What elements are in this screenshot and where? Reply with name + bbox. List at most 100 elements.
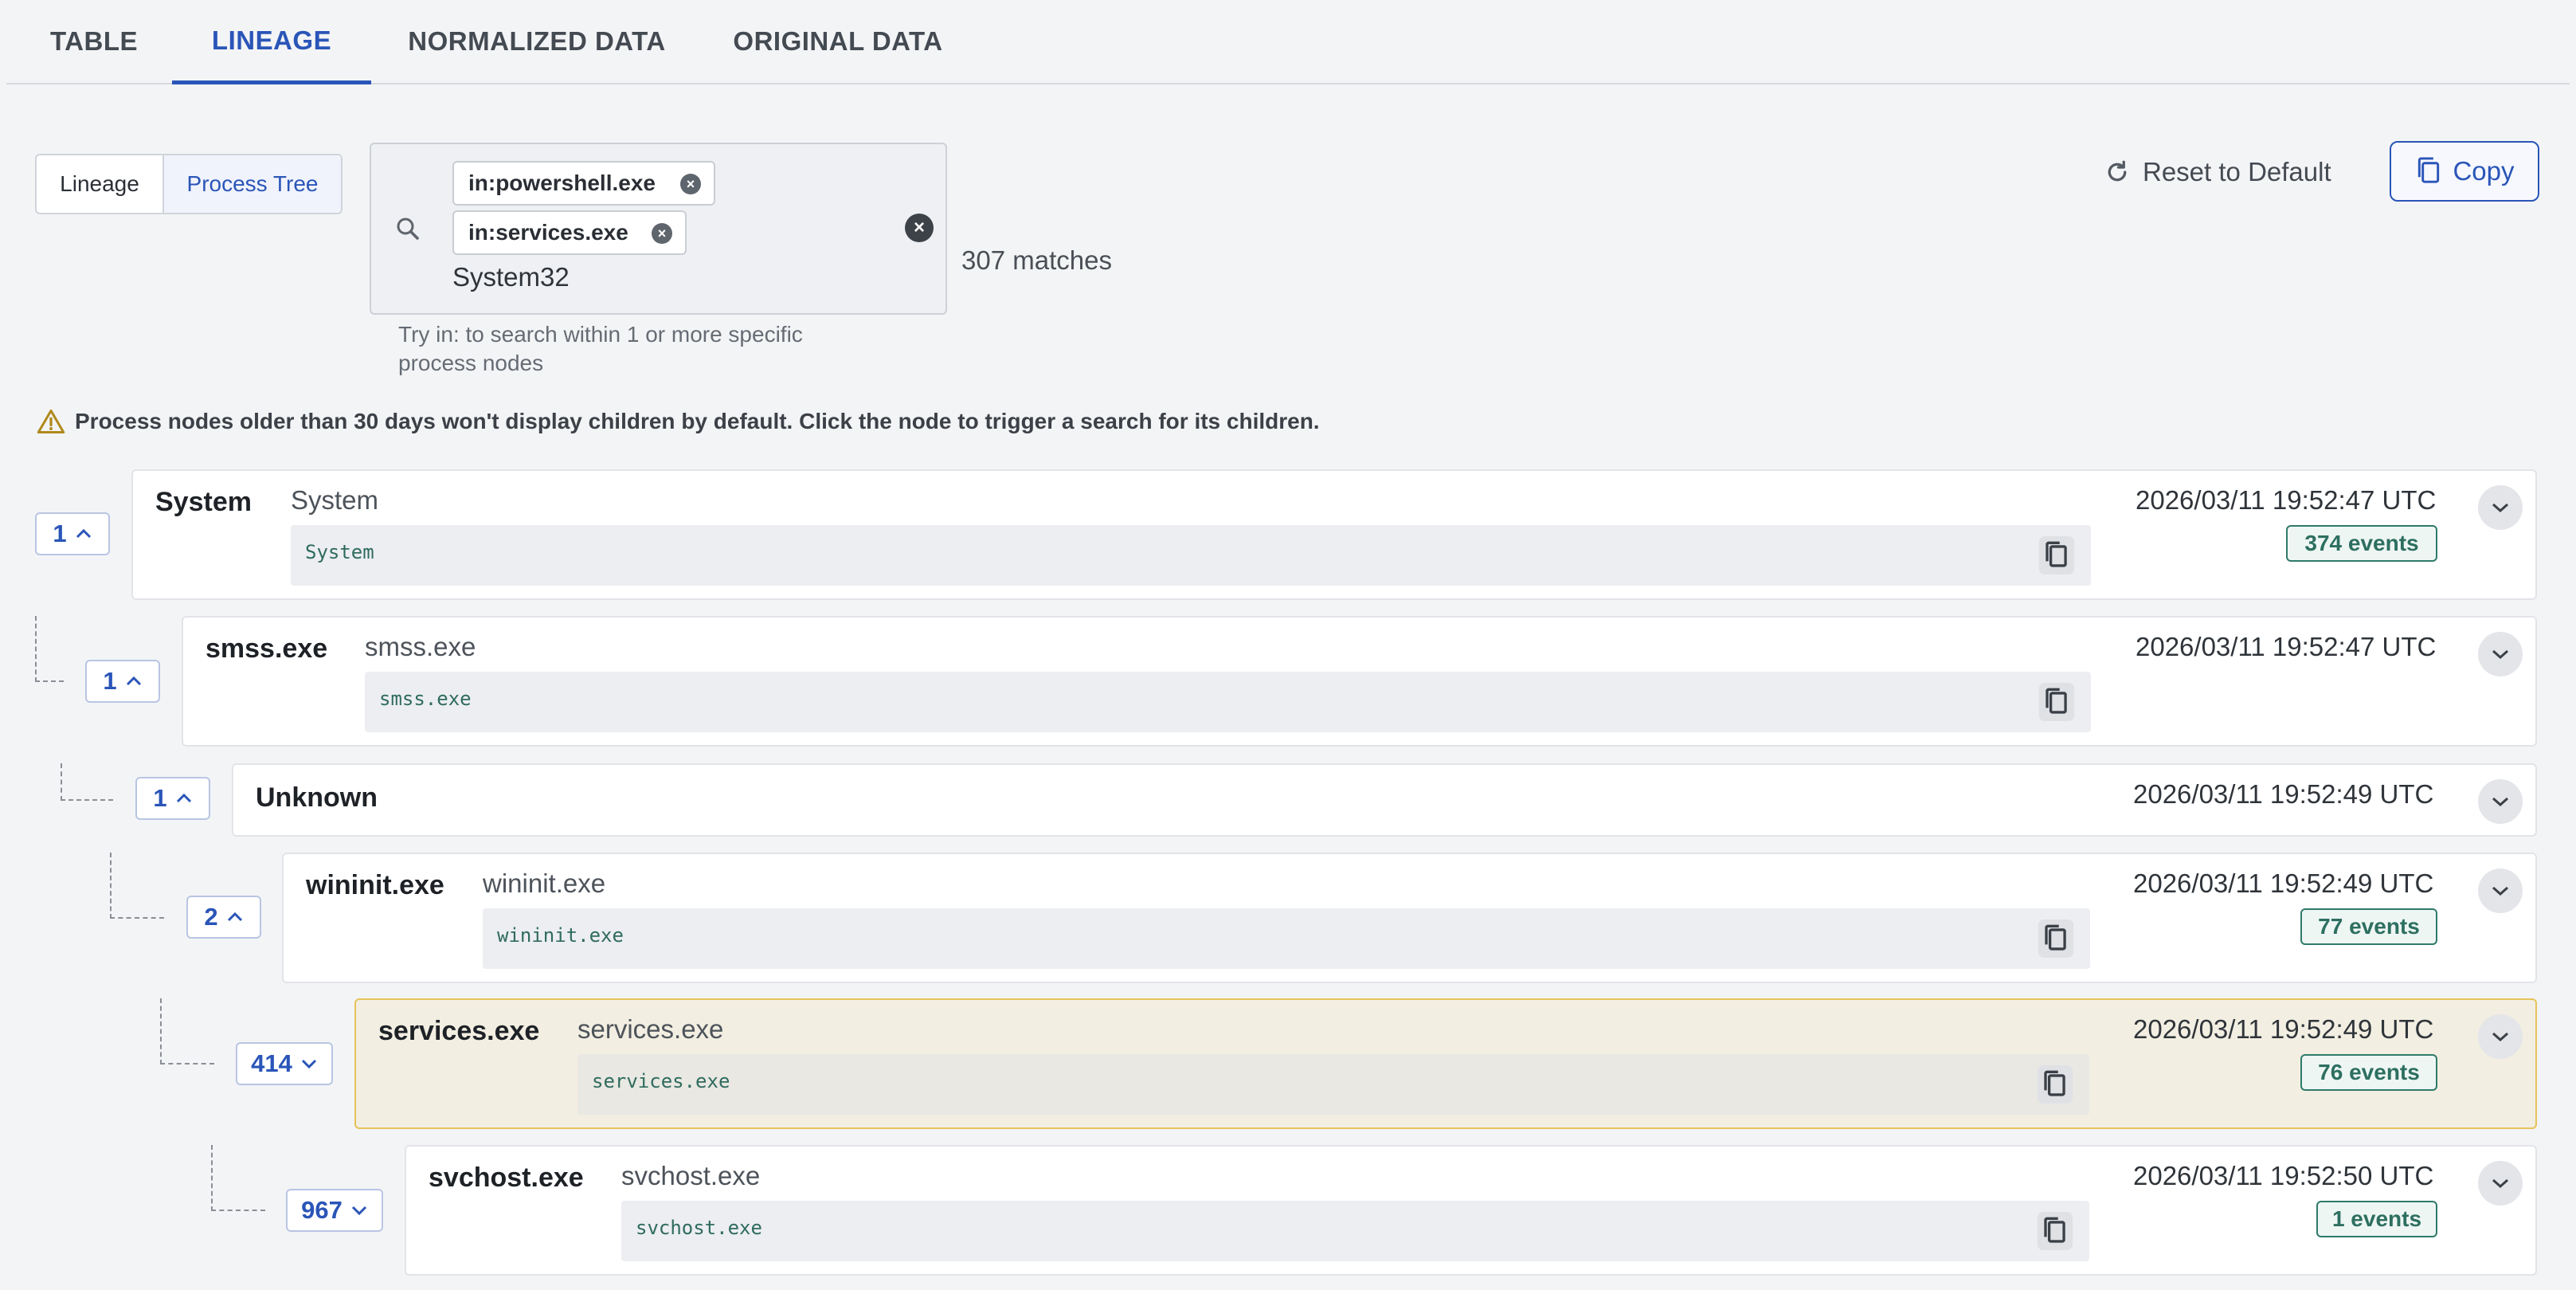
copy-icon	[2418, 157, 2440, 183]
process-subtitle: smss.exe	[365, 632, 476, 661]
process-timestamp: 2026/03/11 19:52:47 UTC	[2136, 485, 2437, 515]
events-badge[interactable]: 374 events	[2286, 525, 2437, 562]
search-input[interactable]: System32	[452, 262, 570, 292]
tab-lineage[interactable]: LINEAGE	[172, 0, 371, 84]
process-tree-toggle-button[interactable]: Process Tree	[162, 155, 341, 213]
chevron-down-icon	[2492, 886, 2508, 896]
child-count: 414	[251, 1049, 292, 1077]
chevron-down-icon	[351, 1206, 366, 1216]
process-node[interactable]: wininit.exe wininit.exe wininit.exe 2026…	[282, 853, 2537, 983]
expand-details-button[interactable]	[2478, 779, 2523, 824]
process-name: smss.exe	[206, 633, 328, 664]
process-name: svchost.exe	[429, 1163, 584, 1193]
chevron-down-icon	[2492, 649, 2508, 660]
process-name: wininit.exe	[306, 870, 444, 900]
clear-search-icon[interactable]: ×	[905, 214, 934, 242]
process-name: Unknown	[256, 782, 378, 813]
child-count: 1	[103, 667, 117, 695]
remove-chip-icon[interactable]: ×	[680, 174, 701, 194]
refresh-icon	[2108, 160, 2127, 182]
command-line-box: wininit.exe	[483, 908, 2090, 969]
process-name: services.exe	[378, 1016, 540, 1046]
match-count: 307 matches	[961, 245, 1112, 275]
search-hint: Try in: to search within 1 or more speci…	[398, 322, 803, 375]
command-line-box: svchost.exe	[621, 1201, 2089, 1261]
child-count-toggle[interactable]: 967	[286, 1189, 383, 1232]
tree-connector	[35, 616, 64, 682]
search-icon	[397, 218, 419, 240]
command-line-box: smss.exe	[365, 672, 2091, 732]
process-timestamp: 2026/03/11 19:52:49 UTC	[2133, 868, 2434, 898]
command-line-box: System	[291, 525, 2091, 586]
chevron-up-icon	[176, 793, 191, 803]
process-node-highlighted[interactable]: services.exe services.exe services.exe 2…	[354, 998, 2537, 1129]
tab-bar: TABLE LINEAGE NORMALIZED DATA ORIGINAL D…	[6, 0, 2570, 84]
chevron-down-icon	[2492, 503, 2508, 513]
search-chip[interactable]: in:powershell.exe ×	[452, 161, 715, 206]
process-name: System	[155, 487, 252, 517]
process-node[interactable]: svchost.exe svchost.exe svchost.exe 2026…	[405, 1145, 2537, 1276]
search-chip[interactable]: in:services.exe ×	[452, 210, 687, 255]
copy-command-icon[interactable]	[2037, 1065, 2073, 1104]
child-count: 1	[153, 784, 167, 812]
chevron-up-icon	[76, 528, 91, 539]
chevron-down-icon	[2492, 1032, 2508, 1042]
chevron-down-icon	[301, 1059, 316, 1069]
lineage-toggle-button[interactable]: Lineage	[37, 155, 162, 213]
expand-details-button[interactable]	[2478, 632, 2523, 676]
copy-command-icon[interactable]	[2038, 683, 2075, 721]
command-line: svchost.exe	[636, 1217, 762, 1239]
remove-chip-icon[interactable]: ×	[652, 223, 672, 244]
command-line-box: services.exe	[577, 1054, 2089, 1115]
command-line: services.exe	[592, 1070, 730, 1092]
tree-connector	[110, 853, 164, 919]
command-line: wininit.exe	[497, 924, 624, 947]
expand-details-button[interactable]	[2478, 1161, 2523, 1206]
process-subtitle: svchost.exe	[621, 1161, 761, 1190]
copy-command-icon[interactable]	[2038, 536, 2075, 574]
warning-icon	[37, 410, 65, 433]
chevron-down-icon	[2492, 1178, 2508, 1189]
child-count: 967	[301, 1196, 343, 1224]
command-line: System	[305, 541, 374, 563]
expand-details-button[interactable]	[2478, 868, 2523, 913]
warning-banner: Process nodes older than 30 days won't d…	[37, 408, 1320, 435]
copy-command-icon[interactable]	[2037, 1212, 2073, 1250]
chevron-up-icon	[126, 676, 141, 686]
child-count-toggle[interactable]: 1	[85, 660, 160, 703]
expand-details-button[interactable]	[2478, 485, 2523, 530]
process-subtitle: wininit.exe	[483, 868, 606, 898]
process-node[interactable]: Unknown 2026/03/11 19:52:49 UTC	[232, 763, 2537, 837]
child-count-toggle[interactable]: 1	[135, 777, 210, 820]
events-badge[interactable]: 76 events	[2300, 1054, 2437, 1091]
process-timestamp: 2026/03/11 19:52:49 UTC	[2133, 779, 2434, 809]
process-timestamp: 2026/03/11 19:52:47 UTC	[2136, 632, 2437, 661]
tree-connector	[211, 1145, 265, 1211]
child-count-toggle[interactable]: 2	[186, 896, 261, 939]
tab-normalized-data[interactable]: NORMALIZED DATA	[393, 0, 680, 83]
search-chip-label: in:powershell.exe	[468, 171, 656, 195]
copy-button[interactable]: Copy	[2390, 141, 2539, 202]
reset-to-default-button[interactable]: Reset to Default	[2103, 151, 2331, 193]
child-count: 1	[53, 520, 67, 547]
warning-text: Process nodes older than 30 days won't d…	[75, 409, 1320, 433]
search-chip-label: in:services.exe	[468, 220, 628, 245]
tab-original-data[interactable]: ORIGINAL DATA	[706, 0, 970, 83]
chevron-down-icon	[2492, 797, 2508, 807]
process-node[interactable]: smss.exe smss.exe smss.exe 2026/03/11 19…	[182, 616, 2537, 747]
child-count-toggle[interactable]: 1	[35, 512, 110, 555]
expand-details-button[interactable]	[2478, 1014, 2523, 1059]
tree-connector	[160, 998, 214, 1065]
search-field[interactable]: in:powershell.exe × in:services.exe × Sy…	[370, 143, 947, 315]
reset-label: Reset to Default	[2143, 157, 2331, 186]
events-badge[interactable]: 1 events	[2316, 1201, 2437, 1237]
child-count-toggle[interactable]: 414	[236, 1042, 333, 1085]
chevron-up-icon	[227, 912, 242, 922]
tab-table[interactable]: TABLE	[37, 0, 151, 83]
process-subtitle: System	[291, 485, 379, 515]
process-node[interactable]: System System System 2026/03/11 19:52:47…	[131, 469, 2537, 600]
events-badge[interactable]: 77 events	[2300, 908, 2437, 945]
copy-command-icon[interactable]	[2038, 919, 2074, 958]
child-count: 2	[204, 903, 218, 931]
command-line: smss.exe	[379, 688, 472, 710]
